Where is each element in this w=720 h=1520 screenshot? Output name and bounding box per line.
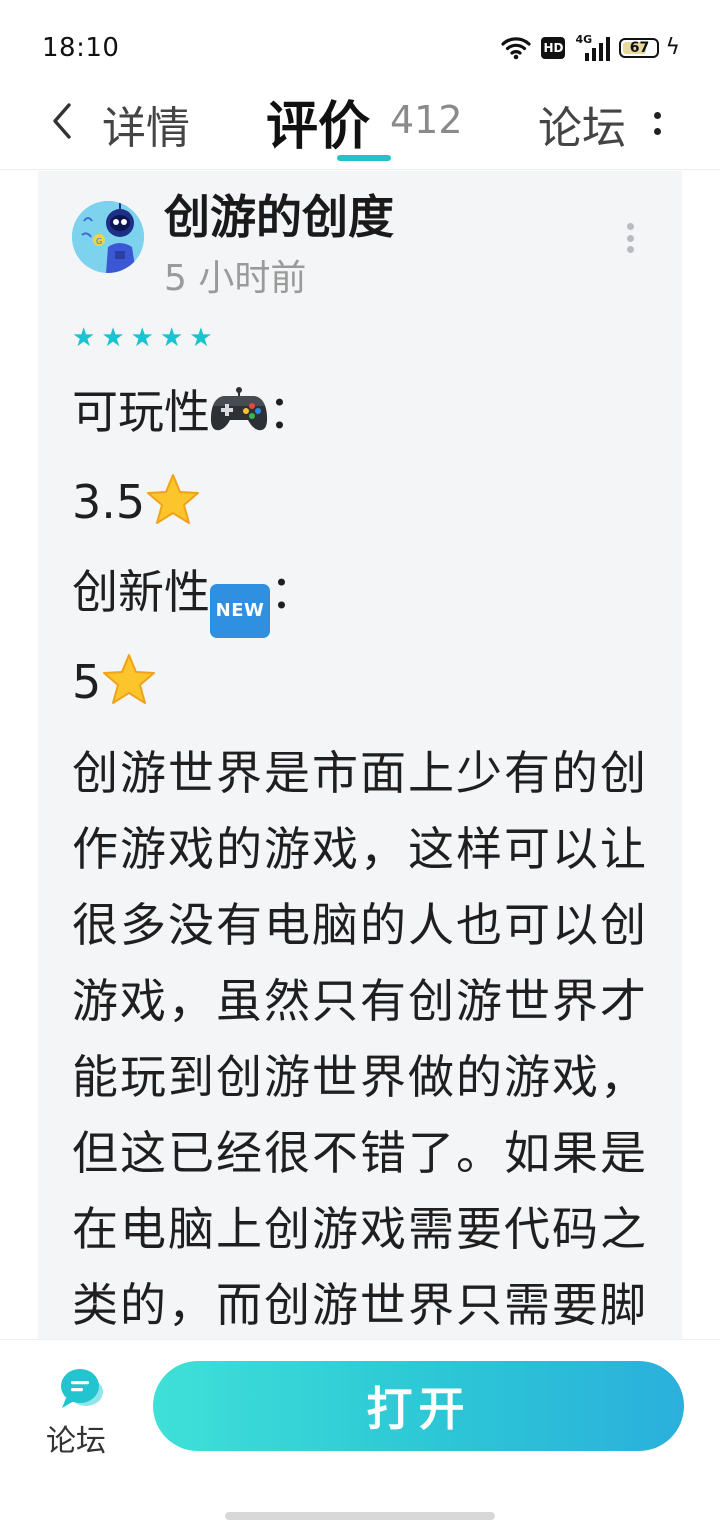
review-count: 412 bbox=[390, 98, 463, 142]
new-icon: NEW bbox=[210, 584, 270, 638]
star-icon: ★ bbox=[130, 323, 154, 353]
status-bar: 18:10 HD 4G 67 ϟ bbox=[0, 0, 720, 90]
star-icon: ★ bbox=[101, 323, 125, 353]
tab-review[interactable]: 评价 bbox=[266, 84, 370, 159]
tab-detail[interactable]: 详情 bbox=[102, 92, 190, 156]
playability-line: 可玩性 ： bbox=[72, 385, 314, 439]
battery-icon: 67 bbox=[619, 38, 660, 58]
signal-icon: 4G bbox=[575, 33, 611, 61]
top-nav: 详情 评价 412 论坛 bbox=[0, 90, 720, 170]
star-icon bbox=[103, 654, 156, 704]
gamepad-icon bbox=[210, 387, 268, 431]
review-body: 可玩性 ： 3.5 创新性 NEW： 5 创游世界是市面上少有的创作游戏的游戏，… bbox=[72, 367, 652, 1339]
review-author-name[interactable]: 创游的创度 bbox=[164, 181, 394, 247]
star-icon bbox=[147, 474, 200, 524]
wifi-icon bbox=[501, 37, 532, 60]
back-icon bbox=[53, 103, 71, 139]
tab-active-indicator bbox=[337, 155, 391, 161]
forum-button[interactable]: 论坛 bbox=[42, 1366, 122, 1466]
back-button[interactable] bbox=[40, 96, 84, 146]
svg-text:G: G bbox=[96, 237, 102, 246]
innovation-score-line: 5 bbox=[72, 637, 652, 727]
bottom-action-bar: 论坛 打开 bbox=[0, 1339, 720, 1520]
avatar-robot-icon: G bbox=[72, 201, 144, 273]
forum-chat-icon bbox=[61, 1369, 103, 1408]
review-more-button[interactable] bbox=[623, 223, 637, 253]
more-options-button[interactable] bbox=[642, 98, 672, 148]
hd-icon: HD bbox=[541, 37, 566, 59]
battery-level: 67 bbox=[629, 40, 650, 56]
review-card[interactable]: G 创游的创度 5 小时前 ★ ★ ★ ★ ★ 可玩性 ： 3.5 创新性 NE… bbox=[38, 171, 682, 1339]
avatar[interactable]: G bbox=[72, 201, 144, 273]
innovation-line: 创新性 NEW： bbox=[72, 547, 652, 638]
status-time: 18:10 bbox=[42, 33, 120, 63]
star-icon: ★ bbox=[189, 323, 213, 353]
review-list[interactable]: G 创游的创度 5 小时前 ★ ★ ★ ★ ★ 可玩性 ： 3.5 创新性 NE… bbox=[0, 171, 720, 1339]
star-icon: ★ bbox=[159, 323, 184, 353]
review-paragraph: 创游世界是市面上少有的创作游戏的游戏，这样可以让很多没有电脑的人也可以创游戏，虽… bbox=[72, 746, 648, 1332]
open-app-button[interactable]: 打开 bbox=[153, 1361, 684, 1451]
review-time: 5 小时前 bbox=[164, 258, 307, 299]
home-indicator[interactable] bbox=[225, 1512, 495, 1520]
more-icon bbox=[626, 223, 634, 230]
forum-label: 论坛 bbox=[46, 1424, 106, 1459]
star-icon: ★ bbox=[72, 323, 96, 353]
charging-icon: ϟ bbox=[665, 35, 680, 60]
more-icon bbox=[653, 111, 661, 119]
rating-stars: ★ ★ ★ ★ ★ bbox=[72, 325, 213, 351]
tab-forum[interactable]: 论坛 bbox=[538, 92, 626, 156]
playability-score-line: 3.5 bbox=[72, 457, 652, 547]
status-icons: HD 4G 67 ϟ bbox=[501, 33, 680, 62]
